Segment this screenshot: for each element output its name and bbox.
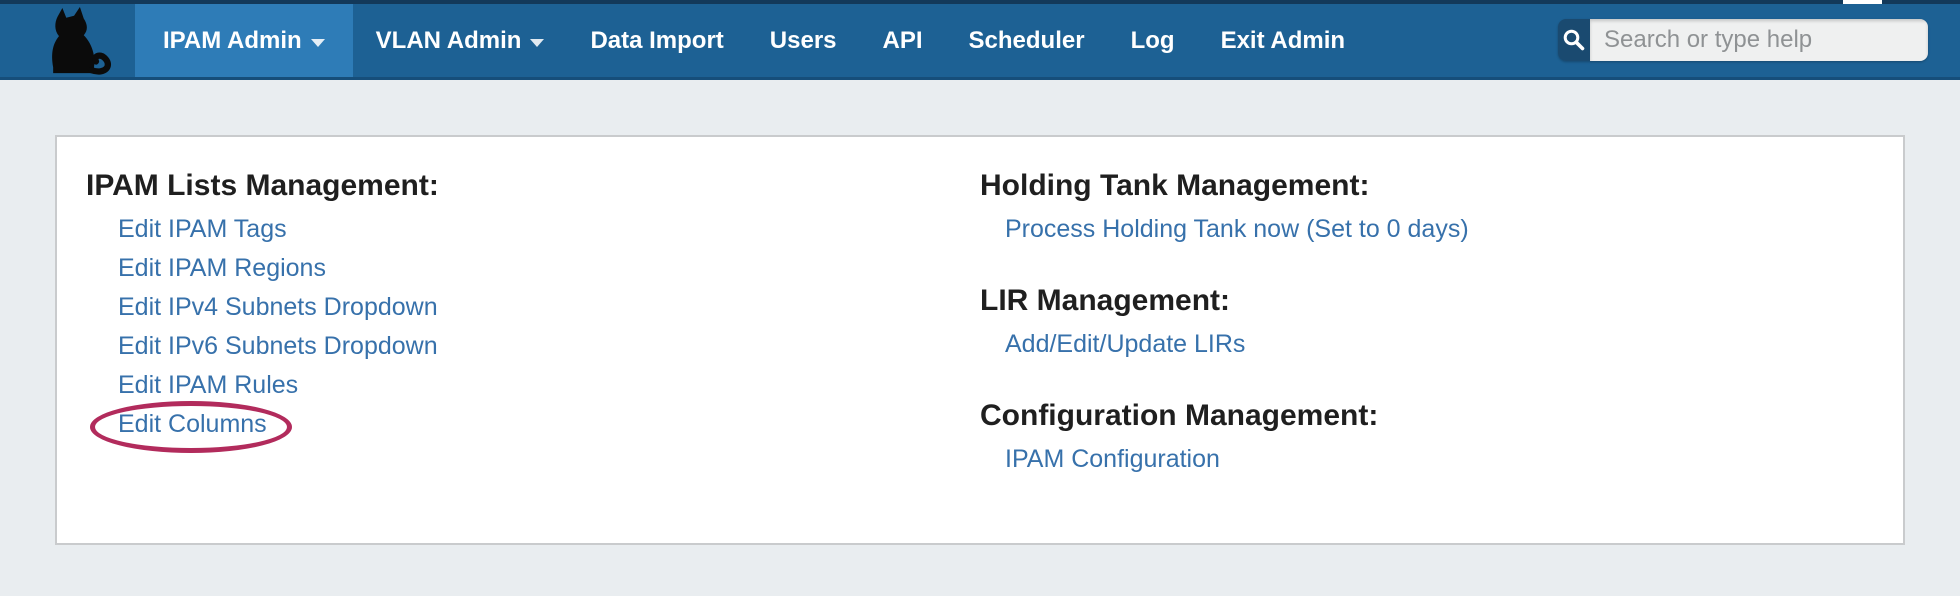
nav-item-label: IPAM Admin: [163, 27, 302, 55]
add-edit-update-lirs-link[interactable]: Add/Edit/Update LIRs: [1005, 330, 1245, 358]
nav-item-scheduler[interactable]: Scheduler: [946, 4, 1108, 77]
list-item: Process Holding Tank now (Set to 0 days): [980, 210, 1903, 249]
section-heading-lir: LIR Management:: [980, 283, 1903, 319]
ipam-lists-links: Edit IPAM Tags Edit IPAM Regions Edit IP…: [86, 210, 980, 444]
top-navbar: IPAM Admin VLAN Admin Data Import Users …: [0, 0, 1960, 80]
nav-item-label: Log: [1131, 27, 1175, 55]
search-button[interactable]: [1558, 19, 1590, 61]
ipam-configuration-link[interactable]: IPAM Configuration: [1005, 445, 1220, 473]
right-management-sections: Holding Tank Management: Process Holding…: [980, 168, 1903, 479]
section-heading-configuration: Configuration Management:: [980, 398, 1903, 434]
nav-item-log[interactable]: Log: [1108, 4, 1198, 77]
list-item: Edit IPv6 Subnets Dropdown: [86, 327, 980, 366]
edit-ipam-tags-link[interactable]: Edit IPAM Tags: [118, 215, 287, 243]
list-item: Edit IPAM Rules: [86, 366, 980, 405]
nav-item-users[interactable]: Users: [747, 4, 860, 77]
nav-item-api[interactable]: API: [860, 4, 946, 77]
nav-item-label: API: [883, 27, 923, 55]
edit-ipam-regions-link[interactable]: Edit IPAM Regions: [118, 254, 326, 282]
admin-panel: IPAM Lists Management: Edit IPAM Tags Ed…: [55, 135, 1905, 545]
main-menu: IPAM Admin VLAN Admin Data Import Users …: [135, 4, 1368, 77]
nav-item-label: VLAN Admin: [376, 27, 522, 55]
list-item: Edit IPv4 Subnets Dropdown: [86, 288, 980, 327]
nav-item-label: Scheduler: [969, 27, 1085, 55]
nav-item-label: Users: [770, 27, 837, 55]
configuration-management-section: Configuration Management: IPAM Configura…: [980, 398, 1903, 479]
search-input[interactable]: [1590, 19, 1928, 61]
lir-management-section: LIR Management: Add/Edit/Update LIRs: [980, 283, 1903, 364]
black-cat-logo[interactable]: [37, 7, 115, 77]
process-holding-tank-link[interactable]: Process Holding Tank now (Set to 0 days): [1005, 215, 1469, 243]
nav-item-label: Exit Admin: [1221, 27, 1345, 55]
cat-icon: [37, 7, 115, 77]
nav-item-ipam-admin[interactable]: IPAM Admin: [135, 4, 353, 77]
list-item: Edit IPAM Tags: [86, 210, 980, 249]
nav-item-exit-admin[interactable]: Exit Admin: [1198, 4, 1368, 77]
chevron-down-icon: [530, 39, 544, 47]
holding-tank-management-section: Holding Tank Management: Process Holding…: [980, 168, 1903, 249]
edit-ipv6-subnets-dropdown-link[interactable]: Edit IPv6 Subnets Dropdown: [118, 332, 438, 360]
edit-ipv4-subnets-dropdown-link[interactable]: Edit IPv4 Subnets Dropdown: [118, 293, 438, 321]
list-item: IPAM Configuration: [980, 440, 1903, 479]
edit-columns-link[interactable]: Edit Columns: [118, 410, 267, 438]
list-item: Add/Edit/Update LIRs: [980, 325, 1903, 364]
nav-item-vlan-admin[interactable]: VLAN Admin: [353, 4, 568, 77]
list-item: Edit Columns: [86, 405, 980, 444]
edit-ipam-rules-link[interactable]: Edit IPAM Rules: [118, 371, 298, 399]
nav-item-data-import[interactable]: Data Import: [567, 4, 746, 77]
search-bar: [1558, 19, 1928, 61]
section-heading-ipam-lists: IPAM Lists Management:: [86, 168, 980, 204]
nav-item-label: Data Import: [590, 27, 723, 55]
list-item: Edit IPAM Regions: [86, 249, 980, 288]
browser-edge-artifact: [1843, 0, 1882, 4]
section-heading-holding-tank: Holding Tank Management:: [980, 168, 1903, 204]
chevron-down-icon: [311, 39, 325, 47]
search-icon: [1562, 28, 1586, 52]
ipam-lists-management-section: IPAM Lists Management: Edit IPAM Tags Ed…: [86, 168, 980, 479]
